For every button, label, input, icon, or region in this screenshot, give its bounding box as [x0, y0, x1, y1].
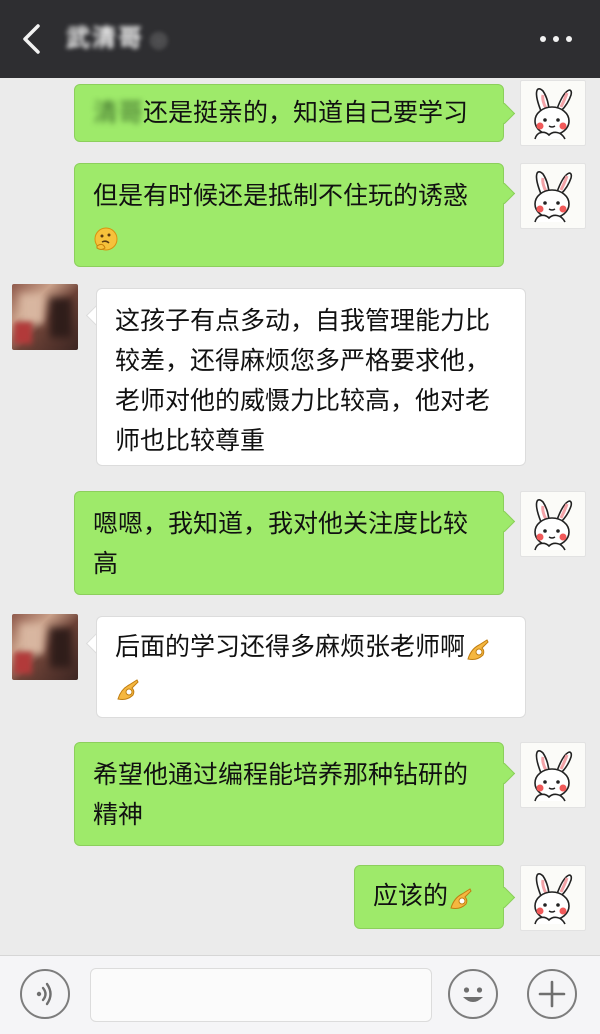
- my-avatar[interactable]: [520, 80, 586, 146]
- ok-hand-icon: [448, 884, 474, 910]
- message-text: 这孩子有点多动，自我管理能力比较差，还得麻烦您多严格要求他，老师对他的威慑力比较…: [115, 306, 491, 455]
- contact-name-text: 武清哥: [66, 24, 144, 52]
- more-dot: [540, 36, 546, 42]
- emoji-button[interactable]: [448, 969, 498, 1019]
- more-dot: [566, 36, 572, 42]
- rabbit-avatar-icon: [534, 749, 573, 802]
- my-avatar[interactable]: [520, 742, 586, 808]
- my-avatar[interactable]: [520, 865, 586, 931]
- ok-hand-icon: [115, 675, 141, 701]
- message-text: 后面的学习还得多麻烦张老师啊: [115, 632, 466, 661]
- composer-bar: [0, 955, 600, 1034]
- message-text: 希望他通过编程能培养那种钻研的精神: [93, 760, 469, 829]
- message-bubble[interactable]: 嗯嗯，我知道，我对他关注度比较高: [74, 491, 504, 595]
- my-avatar[interactable]: [520, 491, 586, 557]
- smiley-icon: [463, 987, 483, 1002]
- message-bubble[interactable]: 应该的: [354, 865, 504, 929]
- message-text: 但是有时候还是抵制不住玩的诱惑: [93, 181, 469, 210]
- message-text: 嗯嗯，我知道，我对他关注度比较高: [93, 509, 469, 578]
- chat-header: 武清哥 ◎: [0, 0, 600, 78]
- add-button[interactable]: [527, 969, 577, 1019]
- voice-button[interactable]: [20, 969, 70, 1019]
- message-bubble[interactable]: 清哥还是挺亲的，知道自己要学习: [74, 84, 504, 142]
- message-bubble[interactable]: 希望他通过编程能培养那种钻研的精神: [74, 742, 504, 846]
- message-bubble[interactable]: 后面的学习还得多麻烦张老师啊: [96, 616, 526, 718]
- back-button[interactable]: [14, 20, 54, 58]
- ok-hand-icon: [465, 635, 491, 661]
- more-button[interactable]: [536, 25, 576, 53]
- rabbit-avatar-icon: [534, 872, 573, 925]
- thinking-face-icon: [93, 224, 119, 251]
- contact-name: 武清哥 ◎: [66, 22, 169, 54]
- chat-area[interactable]: 清哥还是挺亲的，知道自己要学习 但是有时候还是抵制不住玩的诱惑 这孩子有点多动，…: [0, 78, 600, 955]
- message-input[interactable]: [90, 968, 432, 1022]
- message-text: 还是挺亲的，知道自己要学习: [143, 98, 469, 127]
- chevron-left-icon: [23, 24, 40, 54]
- message-bubble[interactable]: 这孩子有点多动，自我管理能力比较差，还得麻烦您多严格要求他，老师对他的威慑力比较…: [96, 288, 526, 466]
- rabbit-avatar-icon: [534, 87, 573, 140]
- voice-icon: [36, 982, 52, 1006]
- message-text: 应该的: [373, 881, 449, 910]
- contact-mark: ◎: [150, 27, 170, 51]
- contact-avatar[interactable]: [12, 614, 78, 680]
- plus-icon: [538, 980, 566, 1008]
- rabbit-avatar-icon: [534, 170, 573, 223]
- more-dot: [553, 36, 559, 42]
- message-bubble[interactable]: 但是有时候还是抵制不住玩的诱惑: [74, 163, 504, 267]
- contact-avatar[interactable]: [12, 284, 78, 350]
- mentioned-name: 清哥: [93, 98, 144, 127]
- rabbit-avatar-icon: [534, 498, 573, 551]
- my-avatar[interactable]: [520, 163, 586, 229]
